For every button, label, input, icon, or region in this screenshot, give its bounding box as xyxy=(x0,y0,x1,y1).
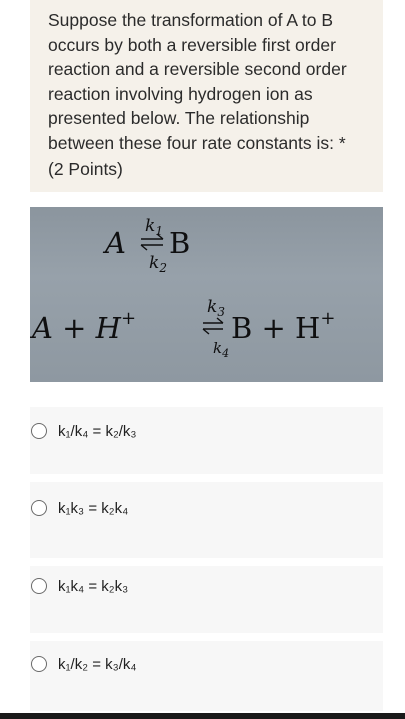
option-4[interactable]: k₁/k₂ = k₃/k₄ xyxy=(30,641,383,711)
option-1-radio[interactable] xyxy=(31,423,47,439)
option-2-label[interactable]: k₁k₃ = k₂k₄ xyxy=(58,500,128,517)
option-3[interactable]: k₁k₄ = k₂k₃ xyxy=(30,566,383,633)
equation-figure: A k1 k2 B A + H+ k3 k4 B + H+ xyxy=(30,216,335,360)
reaction2-equilibrium-arrows xyxy=(202,317,224,335)
reaction2-right: B + H+ xyxy=(231,308,335,345)
bottom-border xyxy=(0,713,405,719)
option-1-label[interactable]: k₁/k₄ = k₂/k₃ xyxy=(58,423,137,440)
required-marker: * xyxy=(338,132,346,153)
option-4-radio[interactable] xyxy=(31,656,47,672)
question-text: Suppose the transformation of A to B occ… xyxy=(48,8,378,155)
option-4-label[interactable]: k₁/k₂ = k₃/k₄ xyxy=(58,656,137,673)
option-2[interactable]: k₁k₃ = k₂k₄ xyxy=(30,482,383,558)
reaction1-left: A xyxy=(102,226,126,260)
option-2-radio[interactable] xyxy=(31,500,47,516)
option-1[interactable]: k₁/k₄ = k₂/k₃ xyxy=(30,407,383,474)
option-3-label[interactable]: k₁k₄ = k₂k₃ xyxy=(58,578,128,595)
reaction1-k-reverse: k2 xyxy=(149,253,167,275)
reaction2-k-forward: k3 xyxy=(207,297,225,319)
points-label: (2 Points) xyxy=(48,159,123,179)
reaction1-right: B xyxy=(169,226,190,260)
reaction1-k-forward: k1 xyxy=(145,216,163,238)
reaction2-left: A + H+ xyxy=(30,308,136,345)
question-body: Suppose the transformation of A to B occ… xyxy=(48,10,347,153)
option-3-radio[interactable] xyxy=(31,578,47,594)
question-card: Suppose the transformation of A to B occ… xyxy=(30,0,383,192)
reaction1-equilibrium-arrows xyxy=(140,233,164,251)
quiz-page: Suppose the transformation of A to B occ… xyxy=(0,0,405,719)
equation-image: A k1 k2 B A + H+ k3 k4 B + H+ xyxy=(30,207,383,382)
reaction2-k-reverse: k4 xyxy=(213,339,229,360)
